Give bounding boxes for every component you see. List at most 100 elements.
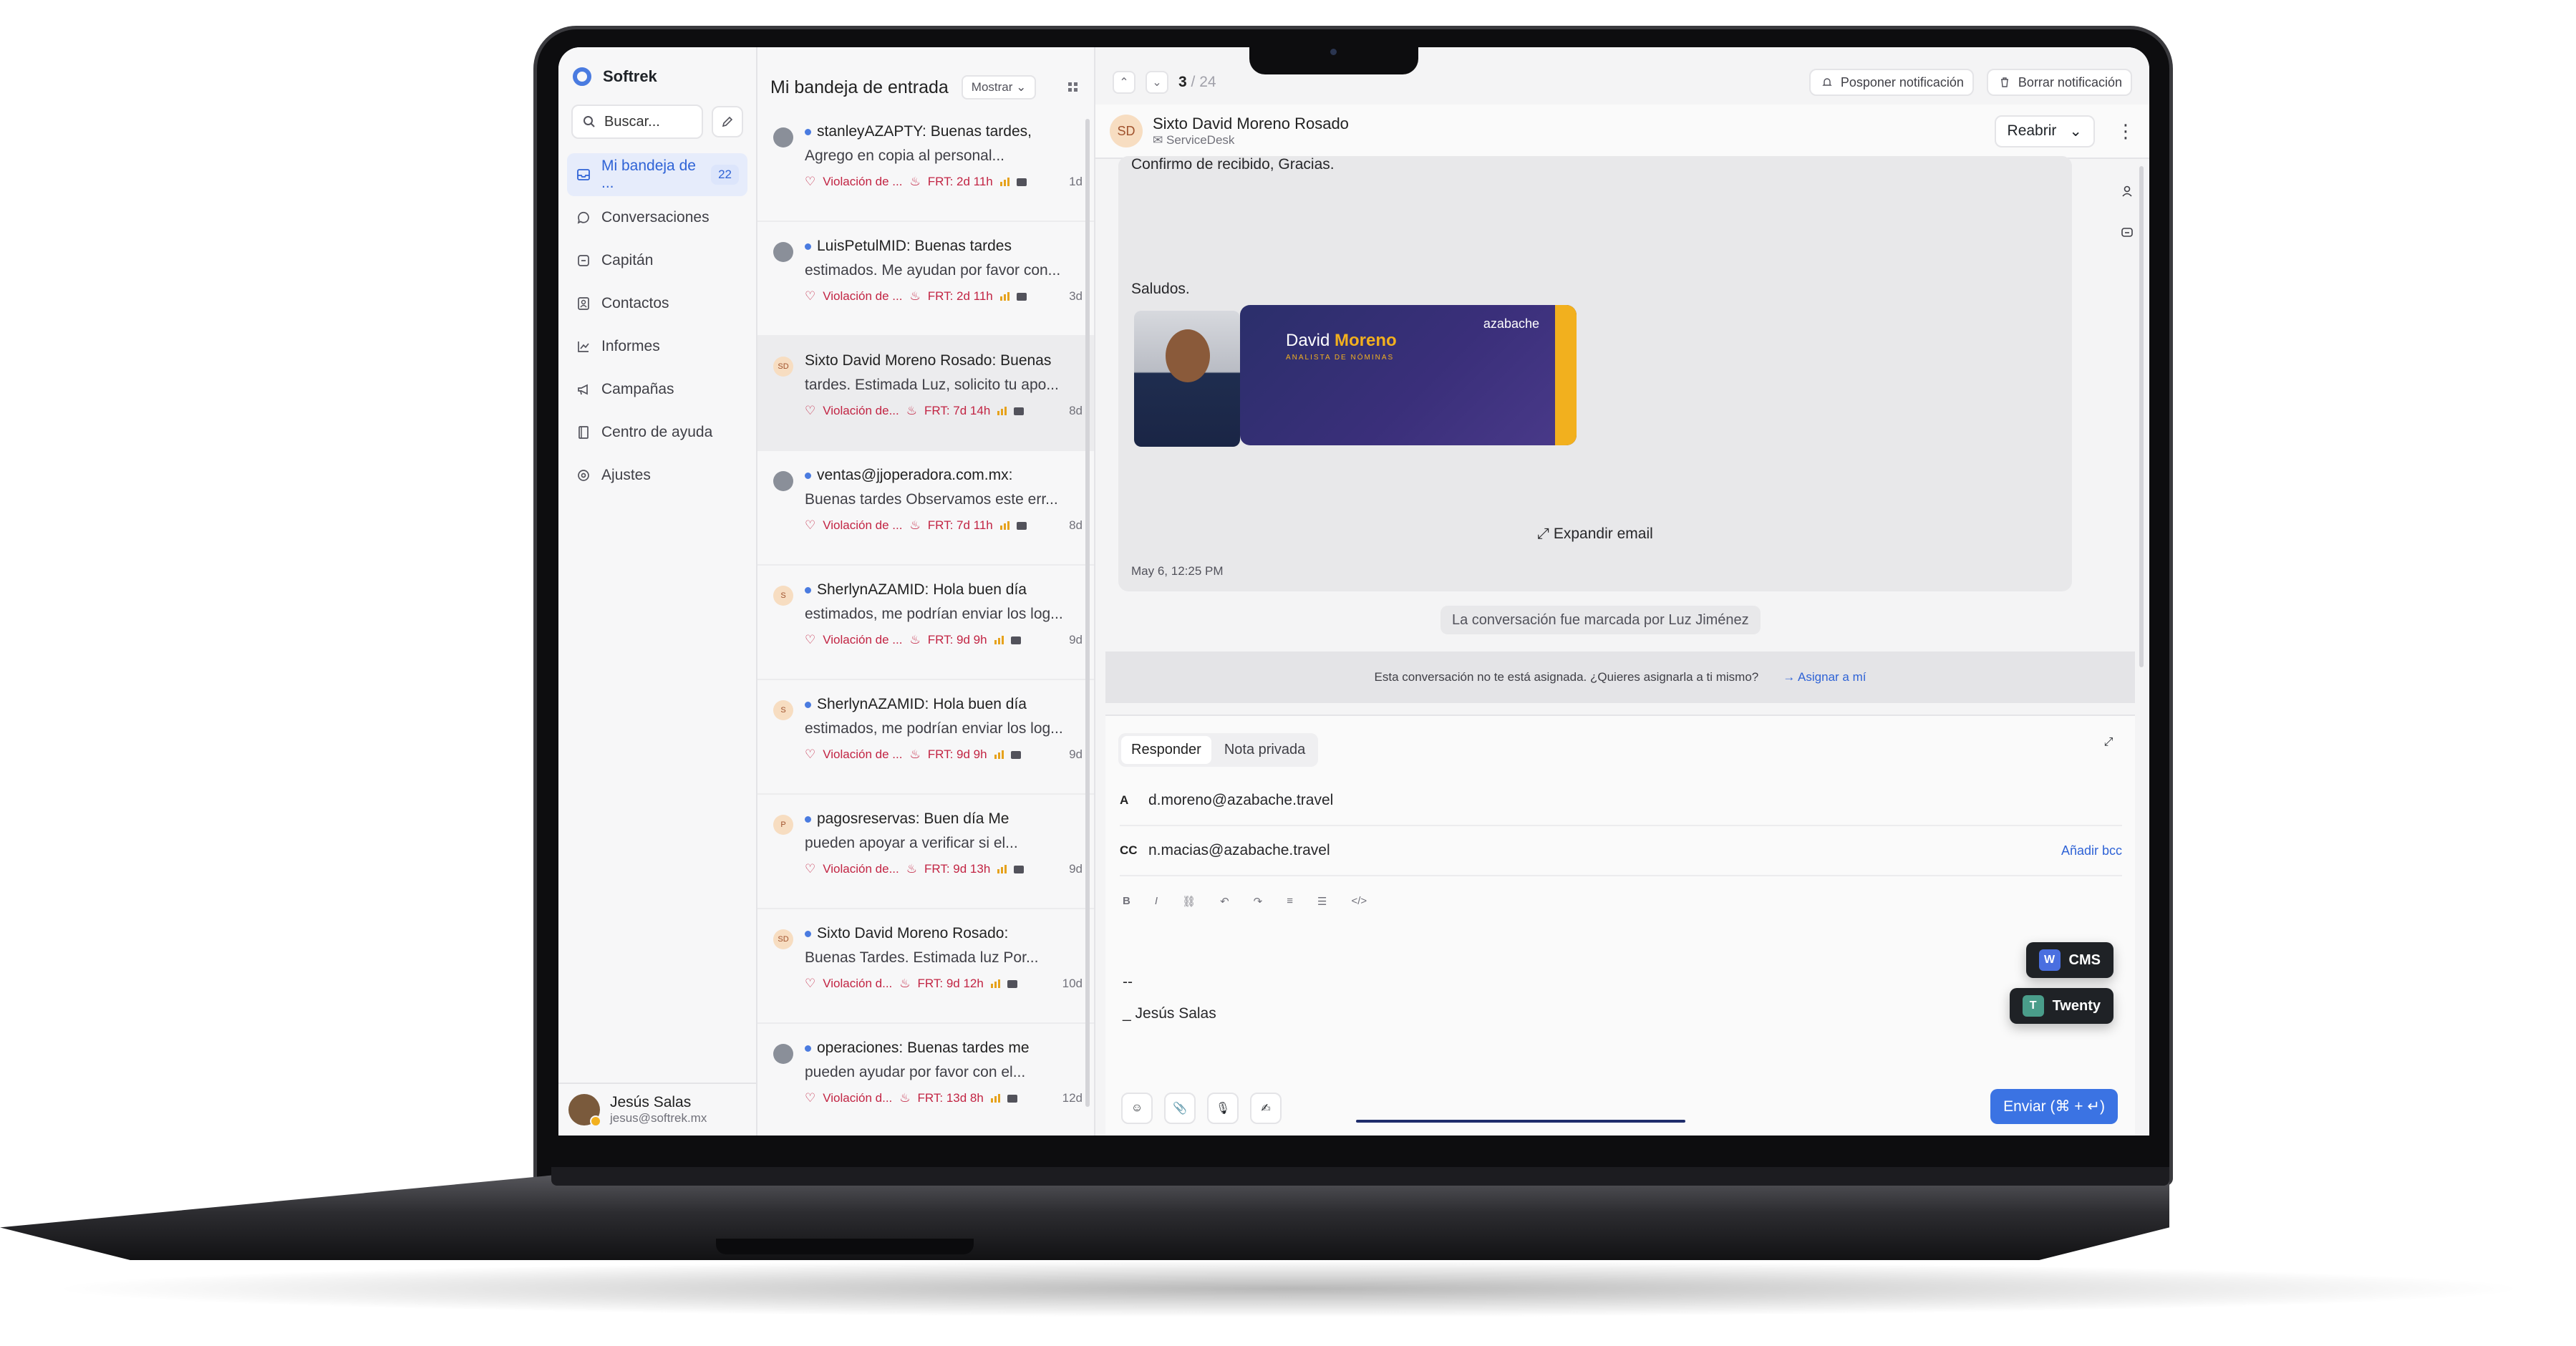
bold-icon[interactable]: B xyxy=(1123,895,1130,908)
heart-alert-icon: ♡ xyxy=(805,633,816,647)
to-field[interactable]: A d.moreno@azabache.travel xyxy=(1120,776,2122,826)
conversation-meta: ♡ Violación de ... ♨ FRT: 9d 9h 9d xyxy=(805,747,1083,762)
list-item[interactable]: S SherlynAZAMID: Hola buen día estimados, … xyxy=(757,680,1094,795)
list-item[interactable]: SD Sixto David Moreno Rosado: Buenas tarde… xyxy=(757,336,1094,451)
list-item[interactable]: LuisPetulMID: Buenas tardes estimados. Me… xyxy=(757,222,1094,336)
avatar: P xyxy=(773,815,793,835)
redo-icon[interactable]: ↷ xyxy=(1254,895,1263,908)
undo-icon[interactable]: ↶ xyxy=(1220,895,1229,908)
snooze-notification-button[interactable]: Posponer notificación xyxy=(1808,69,1974,96)
list-header: Mi bandeja de entrada Mostrar ⌄ xyxy=(757,47,1094,107)
conversation-preview: estimados. Me ayudan por favor con... xyxy=(805,262,1061,279)
flame-icon: ♨ xyxy=(909,518,921,532)
assign-to-me-link[interactable]: → Asignar a mí xyxy=(1783,670,1866,684)
frt-time: FRT: 9d 9h xyxy=(927,633,987,647)
microphone-icon[interactable]: 🎙 xyxy=(1207,1093,1239,1124)
flame-icon: ♨ xyxy=(909,633,921,647)
user-info: Jesús Salas jesus@softrek.mx xyxy=(610,1094,707,1125)
show-filter-button[interactable]: Mostrar ⌄ xyxy=(961,75,1037,100)
compose-button[interactable] xyxy=(712,106,743,137)
unread-dot-icon xyxy=(805,586,811,594)
heart-alert-icon: ♡ xyxy=(805,977,816,990)
copilot-icon[interactable] xyxy=(2119,225,2135,241)
integration-twenty-button[interactable]: T Twenty xyxy=(2009,988,2113,1024)
sidebar-item-campaigns[interactable]: Campañas xyxy=(567,368,747,411)
expand-editor-icon[interactable]: ⤢ xyxy=(2101,735,2116,750)
sidebar-item-captain[interactable]: Capitán xyxy=(567,239,747,282)
list-item[interactable]: ventas@jjoperadora.com.mx: Buenas tardes … xyxy=(757,451,1094,566)
sidebar-item-settings[interactable]: Ajustes xyxy=(567,454,747,497)
conversation-title: ventas@jjoperadora.com.mx: xyxy=(805,467,1083,484)
inbox-channel-icon xyxy=(1014,865,1025,873)
list-item[interactable]: operaciones: Buenas tardes me pueden ayud… xyxy=(757,1024,1094,1136)
list-scrollbar[interactable] xyxy=(1085,119,1090,1107)
list-item[interactable]: Ppagosreservas: Buen día Me pueden apoyar… xyxy=(757,795,1094,909)
counter-current: 3 xyxy=(1178,74,1187,90)
integration-cms-button[interactable]: W CMS xyxy=(2025,942,2113,978)
reply-mode-tabs: Responder Nota privada xyxy=(1118,733,1319,767)
list-item[interactable]: stanleyAZAPTY: Buenas tardes, Agrego en c… xyxy=(757,107,1094,222)
signature-last-name: Moreno xyxy=(1335,331,1397,350)
link-icon[interactable]: ⛓ xyxy=(1182,895,1196,908)
user-profile[interactable]: Jesús Salas jesus@softrek.mx xyxy=(558,1083,756,1136)
frt-time: FRT: 9d 12h xyxy=(917,977,984,990)
sidebar-item-inbox[interactable]: Mi bandeja de ... 22 xyxy=(567,153,747,196)
sla-status: Violación de ... xyxy=(823,518,903,532)
sender-name[interactable]: Sixto David Moreno Rosado xyxy=(1153,115,1349,133)
conversation-age: 12d xyxy=(1062,1091,1083,1105)
messages-scrollbar[interactable] xyxy=(2139,166,2144,667)
tab-reply[interactable]: Responder xyxy=(1121,736,1211,764)
bullet-list-icon[interactable]: ≡ xyxy=(1287,895,1293,908)
add-bcc-link[interactable]: Añadir bcc xyxy=(2061,843,2122,858)
mail-icon: ✉ xyxy=(1153,133,1163,147)
cc-value: n.macias@azabache.travel xyxy=(1148,842,1330,858)
emoji-icon[interactable]: ☺ xyxy=(1121,1093,1153,1124)
assign-notice: Esta conversación no te está asignada. ¿… xyxy=(1374,670,1759,684)
delete-notification-button[interactable]: Borrar notificación xyxy=(1986,69,2132,96)
sender-info: Sixto David Moreno Rosado ✉ ServiceDesk xyxy=(1153,115,1349,147)
filter-grid-icon[interactable] xyxy=(1065,79,1081,95)
sidebar-item-reports[interactable]: Informes xyxy=(567,325,747,368)
italic-icon[interactable]: I xyxy=(1155,895,1158,908)
sidebar-item-contacts[interactable]: Contactos xyxy=(567,282,747,325)
previous-conversation-button[interactable]: ⌃ xyxy=(1113,71,1136,94)
search-input[interactable]: Buscar... xyxy=(571,105,703,139)
sla-status: Violación de ... xyxy=(823,289,903,303)
next-conversation-button[interactable]: ⌄ xyxy=(1146,71,1168,94)
conversation-preview: estimados, me podrían enviar los log... xyxy=(805,606,1063,622)
brand-name: Softrek xyxy=(603,67,657,85)
signature-icon[interactable]: ✍ xyxy=(1250,1093,1282,1124)
conversation-title-text: LuisPetulMID: Buenas tardes xyxy=(817,238,1012,254)
sidebar-item-conversations[interactable]: Conversaciones xyxy=(567,196,747,239)
notification-actions: Posponer notificación Borrar notificació… xyxy=(1808,69,2132,96)
priority-bars-icon xyxy=(997,407,1007,415)
numbered-list-icon[interactable]: ☰ xyxy=(1317,895,1327,908)
send-button[interactable]: Enviar (⌘ + ↵) xyxy=(1990,1089,2118,1124)
sidebar-item-label: Centro de ayuda xyxy=(601,424,713,440)
more-options-icon[interactable]: ⋮ xyxy=(2116,120,2135,142)
attachment-icon[interactable]: 📎 xyxy=(1164,1093,1196,1124)
cc-field[interactable]: CC n.macias@azabache.travel Añadir bcc xyxy=(1120,826,2122,876)
conversation-title-text: ventas@jjoperadora.com.mx: xyxy=(817,467,1013,483)
contact-details-icon[interactable] xyxy=(2119,183,2135,199)
chevron-down-icon: ⌄ xyxy=(2069,122,2082,140)
conversation-list: Mi bandeja de entrada Mostrar ⌄ stanleyA… xyxy=(757,47,1095,1136)
expand-email-button[interactable]: ⤢ Expandir email xyxy=(1118,526,2072,543)
flame-icon: ♨ xyxy=(899,977,911,990)
avatar: S xyxy=(773,700,793,720)
list-item[interactable]: S SherlynAZAMID: Hola buen día estimados, … xyxy=(757,566,1094,680)
heart-alert-icon: ♡ xyxy=(805,289,816,303)
unread-dot-icon xyxy=(805,472,811,479)
conversation-title: SherlynAZAMID: Hola buen día xyxy=(805,581,1083,599)
conversation-title-text: stanleyAZAPTY: Buenas tardes, xyxy=(817,123,1032,140)
pencil-icon xyxy=(720,114,735,130)
reopen-button[interactable]: Reabrir ⌄ xyxy=(1994,115,2095,147)
priority-bars-icon xyxy=(997,865,1007,873)
tab-private-note[interactable]: Nota privada xyxy=(1214,736,1315,764)
unread-dot-icon xyxy=(805,243,811,250)
signature-divider xyxy=(1356,1120,1685,1123)
list-item[interactable]: SD Sixto David Moreno Rosado: Buenas Tarde… xyxy=(757,909,1094,1024)
conversation-preview: tardes. Estimada Luz, solicito tu apo... xyxy=(805,377,1059,393)
sidebar-item-help-center[interactable]: Centro de ayuda xyxy=(567,411,747,454)
code-icon[interactable]: </> xyxy=(1351,895,1367,908)
